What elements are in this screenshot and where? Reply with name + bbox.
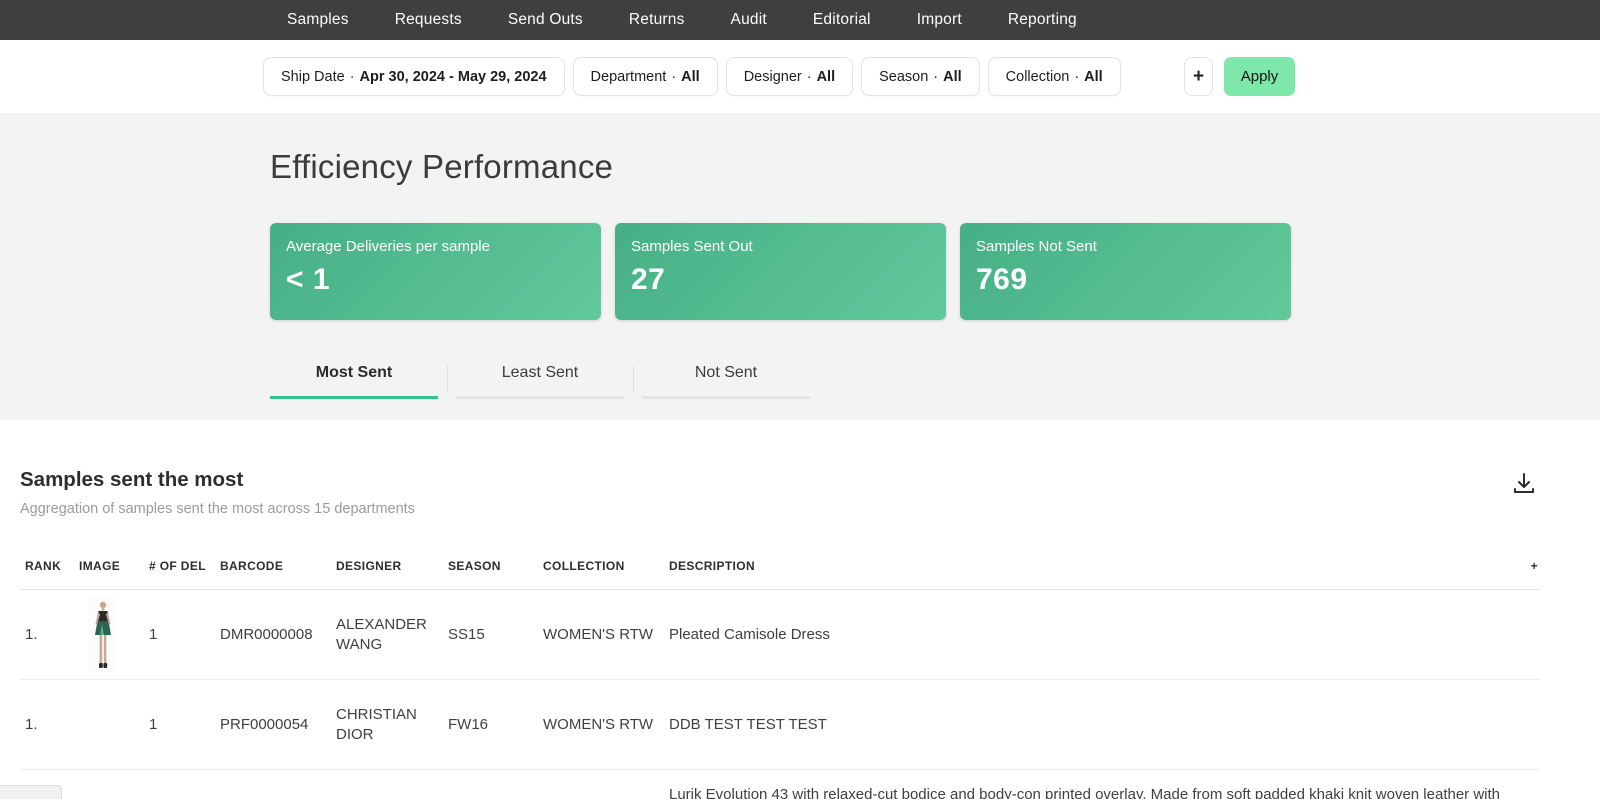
col-header-barcode: BARCODE: [220, 559, 284, 573]
tab-most-sent[interactable]: Most Sent: [270, 364, 438, 399]
add-column-button[interactable]: +: [1500, 556, 1540, 576]
col-header-designer: DESIGNER: [336, 559, 402, 573]
horizontal-scrollbar-thumb[interactable]: [0, 785, 62, 799]
col-header-rank: RANK: [25, 559, 62, 573]
filter-chip-value: All: [943, 68, 962, 85]
table-title: Samples sent the most: [20, 468, 244, 491]
col-header-image: IMAGE: [79, 559, 121, 573]
stat-card-value: 27: [631, 263, 666, 296]
nav-item-reporting[interactable]: Reporting: [1008, 11, 1077, 29]
cell-barcode: DMR0000008: [220, 625, 313, 643]
nav-item-editorial[interactable]: Editorial: [813, 11, 871, 29]
filter-chip-separator: ·: [806, 68, 812, 85]
cell-designer: ALEXANDER WANG: [336, 615, 427, 653]
nav-item-audit[interactable]: Audit: [731, 11, 767, 29]
col-header-description: DESCRIPTION: [669, 559, 755, 573]
filter-chips: Ship Date · Apr 30, 2024 - May 29, 2024 …: [263, 57, 1121, 96]
filter-chip-collection[interactable]: Collection · All: [987, 57, 1121, 96]
filter-chip-label: Collection: [1005, 68, 1070, 85]
download-icon[interactable]: [1511, 470, 1537, 496]
table-subtitle: Aggregation of samples sent the most acr…: [20, 501, 415, 517]
table-row[interactable]: 1. 1 PRF0000054 CHRISTIAN DIOR FW16 WOME…: [20, 680, 1540, 770]
cell-rank: 1.: [25, 715, 38, 733]
cell-collection: WOMEN'S RTW: [543, 625, 654, 643]
top-nav-links: Samples Requests Send Outs Returns Audit…: [287, 11, 1077, 29]
cell-description: Lurik Evolution 43 with relaxed-cut bodi…: [669, 785, 1501, 799]
filter-chip-label: Season: [879, 68, 929, 85]
filter-bar: Ship Date · Apr 30, 2024 - May 29, 2024 …: [0, 40, 1600, 113]
nav-item-import[interactable]: Import: [917, 11, 962, 29]
cell-designer: CHRISTIAN DIOR: [336, 705, 417, 743]
filter-chip-department[interactable]: Department · All: [572, 57, 718, 96]
tab-least-sent[interactable]: Least Sent: [447, 364, 624, 399]
col-header-deliveries: # OF DEL: [149, 559, 206, 573]
nav-item-requests[interactable]: Requests: [395, 11, 462, 29]
table-row[interactable]: 1. 1 DMR0000008 ALEXANDER WANG SS15 WOME…: [20, 590, 1540, 680]
filter-actions: + Apply: [1184, 57, 1295, 96]
col-header-collection: COLLECTION: [543, 559, 625, 573]
plus-icon: +: [1192, 65, 1205, 87]
table-section-header: Samples sent the most Aggregation of sam…: [0, 468, 1600, 517]
filter-chip-label: Ship Date: [281, 68, 345, 85]
nav-item-returns[interactable]: Returns: [629, 11, 685, 29]
cell-deliveries: 1: [149, 625, 158, 643]
nav-item-samples[interactable]: Samples: [287, 11, 349, 29]
sent-tabs: Most Sent Least Sent Not Sent: [270, 364, 1600, 399]
nav-item-send-outs[interactable]: Send Outs: [508, 11, 583, 29]
samples-table-section: Samples sent the most Aggregation of sam…: [0, 420, 1600, 799]
filter-chip-separator: ·: [1074, 68, 1080, 85]
cell-season: FW16: [448, 715, 489, 733]
top-nav: Samples Requests Send Outs Returns Audit…: [0, 0, 1600, 40]
samples-table: RANK IMAGE # OF DEL BARCODE DESIGNER SEA…: [20, 543, 1540, 799]
stat-card-label: Samples Sent Out: [631, 238, 753, 255]
table-row[interactable]: 1. Lurik Evolution 43 with relaxed-cut b…: [20, 770, 1540, 799]
stat-card-samples-not-sent: Samples Not Sent 769: [960, 223, 1291, 320]
tab-not-sent[interactable]: Not Sent: [633, 364, 810, 399]
filter-chip-designer[interactable]: Designer · All: [725, 57, 854, 96]
filter-chip-label: Designer: [743, 68, 802, 85]
filter-chip-separator: ·: [933, 68, 939, 85]
cell-deliveries: 1: [149, 715, 158, 733]
table-header-row: RANK IMAGE # OF DEL BARCODE DESIGNER SEA…: [20, 543, 1540, 590]
filter-chip-value: Apr 30, 2024 - May 29, 2024: [359, 68, 547, 85]
filter-chip-season[interactable]: Season · All: [861, 57, 980, 96]
efficiency-performance-panel: Efficiency Performance Average Deliverie…: [0, 113, 1600, 420]
filter-chip-separator: ·: [349, 68, 355, 85]
cell-barcode: PRF0000054: [220, 715, 309, 733]
cell-season: SS15: [448, 625, 485, 643]
sample-photo: [88, 597, 118, 672]
stat-card-label: Samples Not Sent: [976, 238, 1097, 255]
stat-cards: Average Deliveries per sample < 1 Sample…: [270, 223, 1600, 320]
filter-chip-label: Department: [590, 68, 667, 85]
page-title: Efficiency Performance: [270, 148, 614, 185]
stat-card-label: Average Deliveries per sample: [286, 238, 490, 255]
stat-card-avg-deliveries: Average Deliveries per sample < 1: [270, 223, 601, 320]
filter-chip-value: All: [1084, 68, 1103, 85]
filter-chip-ship-date[interactable]: Ship Date · Apr 30, 2024 - May 29, 2024: [263, 57, 565, 96]
stat-card-value: < 1: [286, 263, 331, 296]
cell-description: Pleated Camisole Dress: [669, 625, 830, 643]
filter-chip-value: All: [816, 68, 836, 85]
add-filter-button[interactable]: +: [1184, 57, 1213, 96]
cell-rank: 1.: [25, 625, 38, 643]
cell-description: DDB TEST TEST TEST: [669, 715, 827, 733]
apply-button[interactable]: Apply: [1224, 57, 1295, 96]
stat-card-samples-sent-out: Samples Sent Out 27: [615, 223, 946, 320]
filter-chip-separator: ·: [671, 68, 677, 85]
stat-card-value: 769: [976, 263, 1028, 296]
cell-collection: WOMEN'S RTW: [543, 715, 654, 733]
col-header-season: SEASON: [448, 559, 501, 573]
cell-image[interactable]: [74, 597, 144, 672]
filter-chip-value: All: [681, 68, 700, 85]
